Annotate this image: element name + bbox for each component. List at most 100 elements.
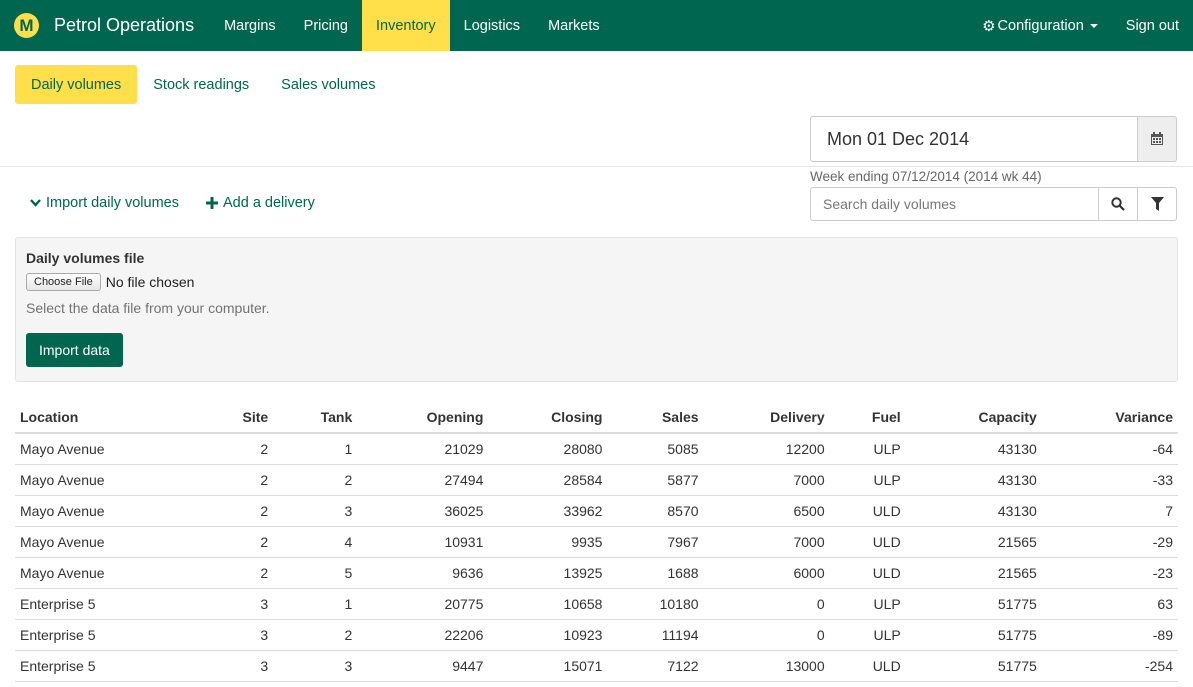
- top-navbar: M Petrol Operations Margins Pricing Inve…: [0, 0, 1193, 51]
- col-header-fuel[interactable]: Fuel: [829, 402, 906, 434]
- brand[interactable]: M Petrol Operations: [0, 0, 210, 51]
- cell-variance: -23: [1041, 557, 1178, 589]
- cell-variance: -29: [1041, 526, 1178, 558]
- cell-capacity: 43130: [905, 495, 1042, 527]
- filter-icon: [1150, 197, 1164, 211]
- table-row[interactable]: Enterprise 5 3 1 20775 10658 10180 0 ULP 51775 63: [15, 588, 1178, 620]
- cell-opening: 9636: [357, 557, 489, 589]
- table-row[interactable]: Enterprise 5 3 3 9447 15071 7122 13000 ULD 51775…: [15, 650, 1178, 682]
- cell-fuel: ULD: [829, 495, 906, 527]
- cell-closing: 28584: [488, 464, 608, 496]
- cell-opening: 20775: [357, 588, 489, 620]
- view-tabs: Daily volumes Stock readings Sales volum…: [15, 65, 391, 104]
- cell-location: Mayo Avenue: [15, 464, 176, 496]
- cell-fuel: ULD: [829, 557, 906, 589]
- gear-icon: ⚙: [982, 17, 996, 35]
- col-header-site[interactable]: Site: [175, 402, 274, 434]
- add-delivery-label: Add a delivery: [223, 195, 315, 211]
- col-header-sales[interactable]: Sales: [607, 402, 704, 434]
- col-header-variance[interactable]: Variance: [1041, 402, 1178, 434]
- cell-closing: 10923: [488, 619, 608, 651]
- cell-tank: 2: [273, 464, 358, 496]
- search-icon: [1111, 197, 1125, 211]
- cell-delivery: 7000: [703, 526, 830, 558]
- main-nav: Margins Pricing Inventory Logistics Mark…: [210, 0, 614, 51]
- cell-sales: 5085: [607, 433, 704, 465]
- help-text: Select the data file from your computer.: [26, 300, 270, 316]
- cell-opening: 9447: [357, 650, 489, 682]
- filter-button[interactable]: [1138, 187, 1177, 221]
- cell-opening: 10931: [357, 526, 489, 558]
- daily-volumes-table-wrap: Location Site Tank Opening Closing Sales…: [15, 402, 1178, 682]
- panel-title: Daily volumes file: [26, 250, 145, 266]
- cell-tank: 4: [273, 526, 358, 558]
- add-delivery-link[interactable]: Add a delivery: [206, 195, 315, 211]
- configuration-menu[interactable]: ⚙ Configuration: [968, 0, 1112, 51]
- col-header-tank[interactable]: Tank: [273, 402, 358, 434]
- choose-file-button[interactable]: Choose File: [26, 273, 101, 291]
- cell-closing: 10658: [488, 588, 608, 620]
- nav-item-markets[interactable]: Markets: [534, 0, 614, 51]
- import-daily-volumes-toggle[interactable]: Import daily volumes: [30, 195, 179, 211]
- search-input[interactable]: Search daily volumes: [810, 187, 1099, 221]
- nav-item-pricing[interactable]: Pricing: [290, 0, 362, 51]
- cell-capacity: 43130: [905, 464, 1042, 496]
- cell-fuel: ULD: [829, 650, 906, 682]
- cell-sales: 1688: [607, 557, 704, 589]
- import-data-button[interactable]: Import data: [26, 333, 123, 367]
- table-body: Mayo Avenue 2 1 21029 28080 5085 12200 ULP 43130…: [15, 433, 1178, 682]
- cell-site: 3: [175, 619, 274, 651]
- cell-location: Mayo Avenue: [15, 526, 176, 558]
- tab-stock-readings[interactable]: Stock readings: [137, 65, 265, 104]
- cell-fuel: ULP: [829, 588, 906, 620]
- cell-delivery: 12200: [703, 433, 830, 465]
- calendar-button[interactable]: [1137, 116, 1177, 162]
- cell-location: Enterprise 5: [15, 619, 176, 651]
- col-header-opening[interactable]: Opening: [357, 402, 489, 434]
- tab-daily-volumes[interactable]: Daily volumes: [15, 65, 138, 104]
- date-input[interactable]: Mon 01 Dec 2014: [810, 116, 1137, 162]
- cell-sales: 11194: [607, 619, 704, 651]
- cell-tank: 2: [273, 619, 358, 651]
- cell-location: Mayo Avenue: [15, 433, 176, 465]
- col-header-location[interactable]: Location: [15, 402, 176, 434]
- cell-sales: 7967: [607, 526, 704, 558]
- cell-site: 2: [175, 526, 274, 558]
- cell-location: Mayo Avenue: [15, 495, 176, 527]
- table-row[interactable]: Mayo Avenue 2 5 9636 13925 1688 6000 ULD 21565 -2…: [15, 557, 1178, 589]
- cell-closing: 28080: [488, 433, 608, 465]
- cell-opening: 27494: [357, 464, 489, 496]
- table-row[interactable]: Mayo Avenue 2 2 27494 28584 5877 7000 ULP 43130-…: [15, 464, 1178, 496]
- cell-sales: 10180: [607, 588, 704, 620]
- col-header-capacity[interactable]: Capacity: [905, 402, 1042, 434]
- file-status: No file chosen: [105, 274, 195, 290]
- calendar-icon: [1151, 132, 1163, 145]
- table-row[interactable]: Mayo Avenue 2 1 21029 28080 5085 12200 ULP 43130…: [15, 433, 1178, 465]
- col-header-closing[interactable]: Closing: [488, 402, 608, 434]
- cell-variance: 63: [1041, 588, 1178, 620]
- cell-site: 2: [175, 433, 274, 465]
- tab-sales-volumes[interactable]: Sales volumes: [265, 65, 391, 104]
- nav-item-margins[interactable]: Margins: [210, 0, 290, 51]
- cell-site: 2: [175, 495, 274, 527]
- cell-capacity: 51775: [905, 619, 1042, 651]
- nav-right: ⚙ Configuration Sign out: [968, 0, 1193, 51]
- table-row[interactable]: Mayo Avenue 2 3 36025 33962 8570 6500 ULD 43130 7: [15, 495, 1178, 527]
- table-row[interactable]: Enterprise 5 3 2 22206 10923 11194 0 ULP 51775 -8…: [15, 619, 1178, 651]
- cell-delivery: 6000: [703, 557, 830, 589]
- nav-item-inventory[interactable]: Inventory: [361, 0, 450, 51]
- cell-capacity: 21565: [905, 526, 1042, 558]
- search-button[interactable]: [1099, 187, 1138, 221]
- sub-header: Daily volumes Stock readings Sales volum…: [0, 51, 1193, 184]
- cell-variance: -89: [1041, 619, 1178, 651]
- cell-site: 2: [175, 464, 274, 496]
- cell-variance: -254: [1041, 650, 1178, 682]
- cell-tank: 5: [273, 557, 358, 589]
- sign-out-link[interactable]: Sign out: [1112, 0, 1193, 51]
- nav-item-logistics[interactable]: Logistics: [450, 0, 534, 51]
- cell-fuel: ULP: [829, 464, 906, 496]
- col-header-delivery[interactable]: Delivery: [703, 402, 830, 434]
- cell-delivery: 0: [703, 619, 830, 651]
- table-row[interactable]: Mayo Avenue 2 4 10931 9935 7967 7000 ULD 21565 -2…: [15, 526, 1178, 558]
- cell-capacity: 51775: [905, 650, 1042, 682]
